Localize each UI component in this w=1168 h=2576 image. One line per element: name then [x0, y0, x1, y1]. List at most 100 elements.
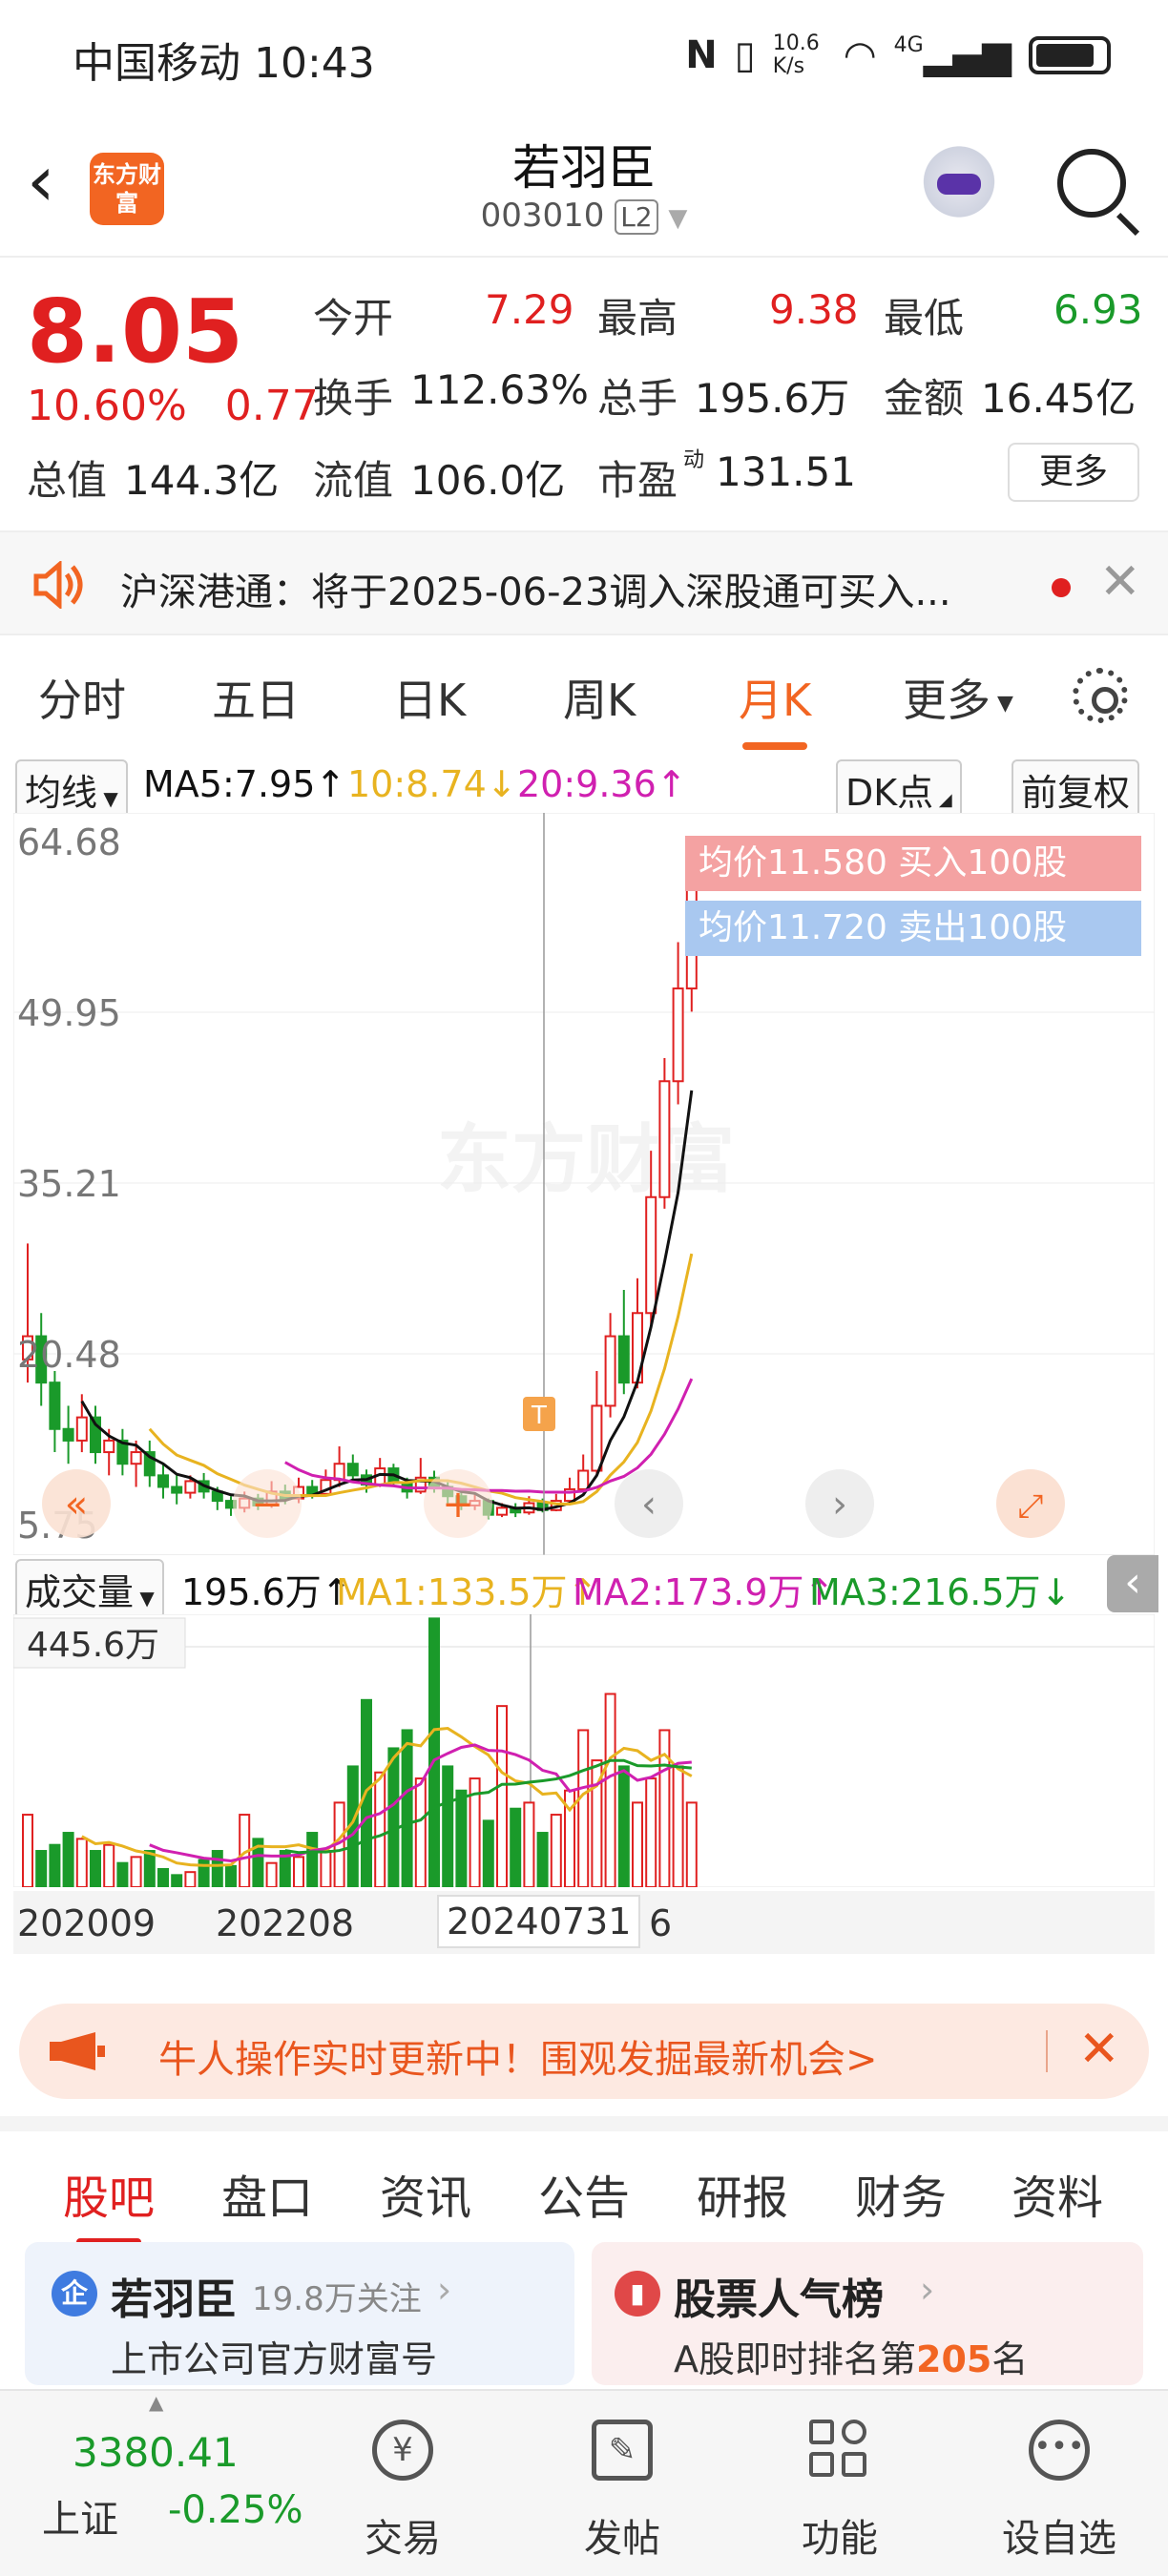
- prev-button[interactable]: ‹: [615, 1469, 683, 1538]
- tab-intraday[interactable]: 分时: [38, 666, 126, 729]
- adjust-selector[interactable]: 前复权: [1012, 759, 1140, 820]
- candle: [75, 1416, 88, 1442]
- chevron-right-icon: ›: [832, 1483, 847, 1527]
- volume-bar: [130, 1856, 142, 1887]
- close-icon[interactable]: ✕: [1099, 553, 1141, 611]
- more-dots-icon: •••: [1029, 2420, 1090, 2481]
- official-account-card[interactable]: 企 若羽臣 19.8万关注 › 上市公司官方财富号: [25, 2242, 574, 2385]
- dropdown-icon: ▼: [668, 204, 688, 233]
- dk-point-selector[interactable]: DK点 ◢: [836, 759, 962, 820]
- volume-bar: [265, 1861, 278, 1887]
- volume-bar: [455, 1789, 468, 1887]
- followers-count: 19.8万关注: [252, 2280, 422, 2318]
- vibrate-icon: ▯: [734, 33, 756, 77]
- volume-chart[interactable]: 445.6万: [13, 1614, 1155, 1887]
- high-value: 9.38: [769, 286, 859, 333]
- volume-value: 195.6万↑: [181, 1571, 352, 1613]
- pe-label: 市盈: [597, 457, 678, 504]
- caret-down-icon: ▼: [97, 787, 118, 810]
- candle: [658, 1080, 671, 1198]
- volume-bar: [116, 1861, 129, 1887]
- collapse-panel-button[interactable]: ‹: [1107, 1555, 1158, 1612]
- speaker-icon: [33, 561, 83, 609]
- volume-selector[interactable]: 成交量 ▼: [15, 1559, 164, 1619]
- volume-bar: [320, 1850, 332, 1887]
- search-icon[interactable]: [1057, 149, 1126, 218]
- zoom-in-button[interactable]: +: [424, 1469, 492, 1538]
- volume-bar: [103, 1843, 115, 1887]
- volume-bar: [225, 1864, 237, 1887]
- assistant-robot-icon[interactable]: [916, 143, 1002, 229]
- tab-more[interactable]: 更多 ▼: [903, 666, 1013, 729]
- volume-bar: [510, 1807, 522, 1887]
- dk-label: DK点: [845, 772, 934, 814]
- date-tick: 202208: [216, 1902, 355, 1944]
- net-speed: 10.6 K/s: [772, 31, 820, 78]
- tab-weekly-k[interactable]: 周K: [563, 666, 636, 729]
- promo-banner[interactable]: 牛人操作实时更新中！围观发掘最新机会> ✕: [19, 2004, 1149, 2099]
- carrier-time: 中国移动 10:43: [73, 39, 375, 88]
- ma5-value: MA5:7.95↑: [143, 763, 346, 805]
- index-ticker[interactable]: ▲ 3380.41 上证 -0.25%: [38, 2391, 305, 2576]
- grid-icon: [809, 2420, 870, 2481]
- gear-icon[interactable]: [1073, 668, 1128, 723]
- ma-selector[interactable]: 均线 ▼: [15, 759, 128, 820]
- nav-post[interactable]: ✎ 发帖: [546, 2391, 699, 2576]
- zoom-out-button[interactable]: −: [233, 1469, 302, 1538]
- tab-profile[interactable]: 资料: [1012, 2160, 1103, 2227]
- popularity-card[interactable]: ▮ 股票人气榜 › A股即时排名第205名: [592, 2242, 1143, 2385]
- next-button[interactable]: ›: [805, 1469, 874, 1538]
- tab-announcements[interactable]: 公告: [538, 2160, 630, 2227]
- nfc-icon: N: [685, 33, 718, 77]
- volume-bar: [672, 1765, 684, 1887]
- volume-value: 195.6万: [695, 375, 850, 422]
- promo-text: 牛人操作实时更新中！围观发掘最新机会>: [158, 2038, 878, 2082]
- card-subtitle: 上市公司官方财富号: [111, 2338, 438, 2380]
- pe-sup: 动: [683, 448, 705, 472]
- low-label: 最低: [884, 295, 965, 342]
- kline-chart[interactable]: 东方财富 64.6849.9535.2120.485.75 T 均价11.580…: [13, 813, 1155, 1555]
- tab-finance[interactable]: 财务: [855, 2160, 947, 2227]
- unread-dot: [1052, 578, 1071, 597]
- chevron-left-icon: ‹: [641, 1483, 657, 1527]
- tab-pankou[interactable]: 盘口: [221, 2160, 313, 2227]
- nav-add-watchlist[interactable]: ••• 设自选: [983, 2391, 1136, 2576]
- info-tabs: 股吧 盘口 资讯 公告 研报 财务 资料: [0, 2116, 1168, 2246]
- volume-selector-label: 成交量: [25, 1571, 135, 1613]
- more-button[interactable]: 更多: [1008, 443, 1139, 502]
- close-icon[interactable]: ✕: [1078, 2021, 1120, 2078]
- tab-guba[interactable]: 股吧: [63, 2160, 155, 2246]
- vol-ma3-text: MA3:216.5万: [809, 1571, 1041, 1613]
- tab-news[interactable]: 资讯: [380, 2160, 471, 2227]
- card-title: 股票人气榜: [674, 2275, 884, 2324]
- notice-text: 沪深港通：将于2025-06-23调入深股通可买入...: [120, 571, 951, 614]
- fullscreen-button[interactable]: ⤢: [996, 1469, 1065, 1538]
- stock-header: ‹ 东方财富 若羽臣 003010 L2 ▼: [0, 114, 1168, 258]
- nav-functions[interactable]: 功能: [763, 2391, 916, 2576]
- nav-trade[interactable]: ¥ 交易: [326, 2391, 479, 2576]
- scroll-left-double-button[interactable]: «: [42, 1469, 111, 1538]
- volume-bar: [22, 1814, 33, 1887]
- tab-research[interactable]: 研报: [697, 2160, 788, 2227]
- candle: [672, 987, 684, 1083]
- double-left-icon: «: [65, 1483, 88, 1527]
- candle: [62, 1427, 74, 1442]
- tab-monthly-k[interactable]: 月K: [739, 666, 811, 750]
- kline-tabs: 分时 五日 日K 周K 月K 更多 ▼: [0, 637, 1168, 752]
- vol-ma1: MA1:133.5万↑: [336, 1571, 598, 1613]
- minus-icon: −: [251, 1483, 283, 1527]
- tab-five-day[interactable]: 五日: [212, 666, 300, 729]
- ma-selector-label: 均线: [25, 772, 98, 814]
- volume-bar: [482, 1819, 494, 1887]
- company-badge-icon: 企: [52, 2271, 97, 2316]
- volume-bar: [617, 1765, 630, 1887]
- index-value: 3380.41: [73, 2429, 239, 2476]
- notice-bar[interactable]: 沪深港通：将于2025-06-23调入深股通可买入... ✕: [0, 530, 1168, 635]
- ma20-text: 20:9.36: [517, 763, 657, 805]
- volume-bar: [550, 1814, 562, 1887]
- tab-daily-k[interactable]: 日K: [393, 666, 466, 729]
- low-value: 6.93: [1053, 286, 1143, 333]
- vol-ma3: MA3:216.5万↓: [809, 1571, 1072, 1613]
- megaphone-icon: [50, 2032, 105, 2070]
- change-amt: 0.77: [224, 382, 319, 430]
